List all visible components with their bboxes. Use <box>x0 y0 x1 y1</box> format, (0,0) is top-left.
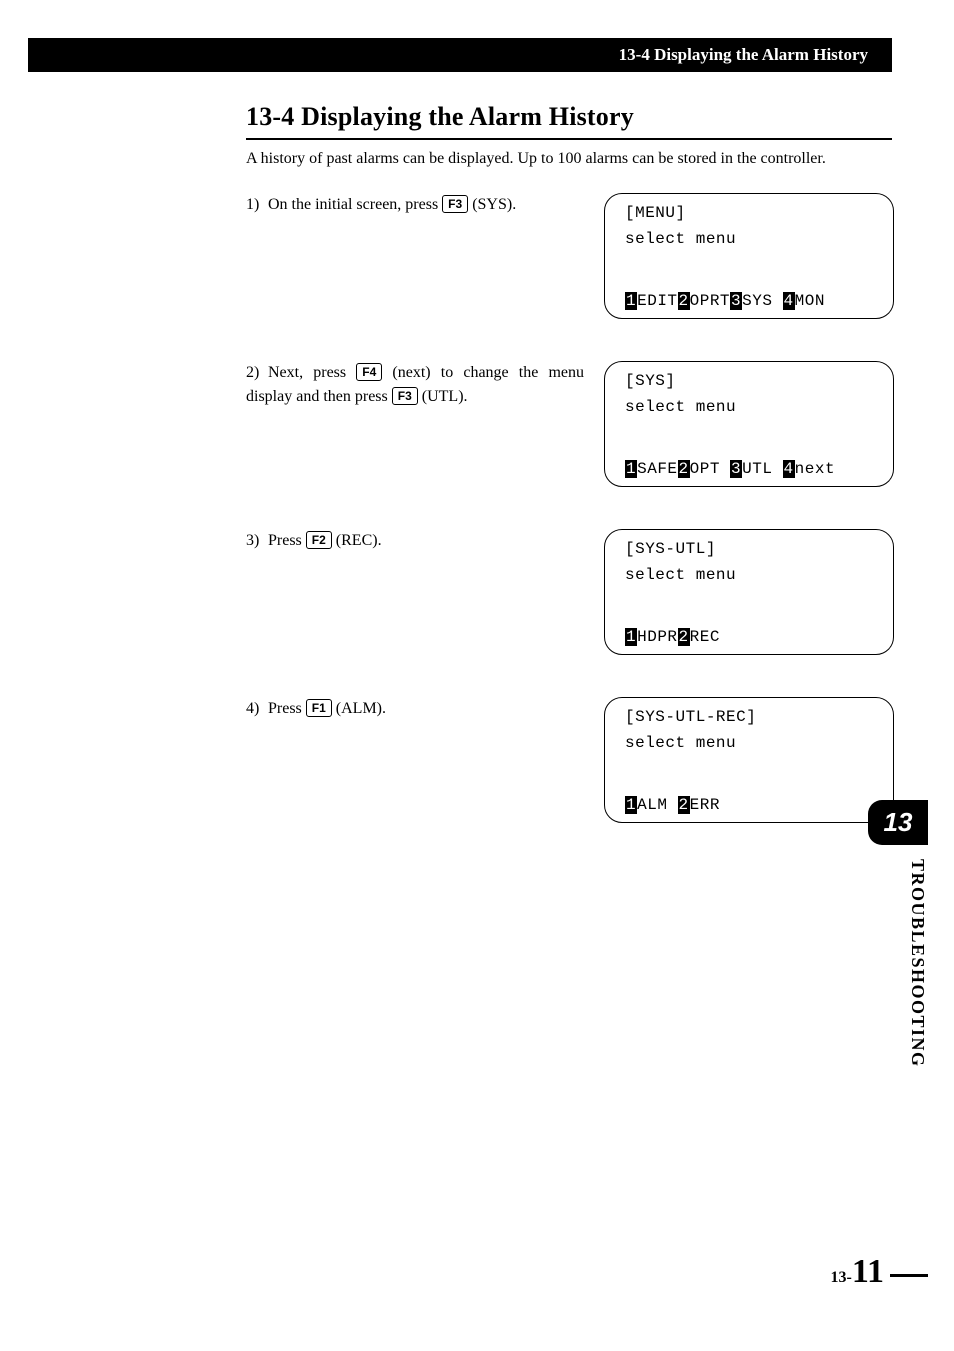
panel-title: [SYS] <box>625 372 873 390</box>
step-3-text: 3)Press F2 (REC). <box>246 529 584 553</box>
step-1-text: 1)On the initial screen, press F3 (SYS). <box>246 193 584 217</box>
step-text-a: Next, press <box>268 364 356 381</box>
step-num: 1) <box>246 193 268 217</box>
header-bar-text: 13-4 Displaying the Alarm History <box>619 45 868 65</box>
menu-num: 2 <box>678 460 690 478</box>
lcd-panel-sys: [SYS] select menu 1SAFE2OPT 3UTL 4next <box>604 361 894 487</box>
step-1: 1)On the initial screen, press F3 (SYS).… <box>246 193 892 331</box>
step-num: 4) <box>246 697 268 721</box>
step-3: 3)Press F2 (REC). [SYS-UTL] select menu … <box>246 529 892 667</box>
steps-container: 1)On the initial screen, press F3 (SYS).… <box>246 193 892 865</box>
intro-text: A history of past alarms can be displaye… <box>246 150 892 168</box>
step-4-text: 4)Press F1 (ALM). <box>246 697 584 721</box>
menu-num: 2 <box>678 796 690 814</box>
panel-subtitle: select menu <box>625 398 873 416</box>
lcd-panel-sys-utl: [SYS-UTL] select menu 1HDPR2REC <box>604 529 894 655</box>
menu-num: 1 <box>625 628 637 646</box>
menu-label: OPRT <box>690 292 730 310</box>
header-bar: 13-4 Displaying the Alarm History <box>28 38 892 72</box>
step-text-b: (ALM). <box>332 700 386 717</box>
step-2: 2)Next, press F4 (next) to change the me… <box>246 361 892 499</box>
menu-num: 1 <box>625 796 637 814</box>
chapter-number-badge: 13 <box>868 800 928 845</box>
page-number: 13-11 <box>831 1253 884 1291</box>
section-title-wrap: 13-4 Displaying the Alarm History <box>246 102 892 140</box>
menu-label: HDPR <box>637 628 677 646</box>
menu-num: 2 <box>678 292 690 310</box>
menu-label: REC <box>690 628 720 646</box>
section-title: 13-4 Displaying the Alarm History <box>246 102 892 132</box>
step-num: 2) <box>246 361 268 385</box>
panel-menu-line: 1EDIT2OPRT3SYS 4MON <box>625 292 873 310</box>
keycap-f2: F2 <box>306 531 332 549</box>
page-number-rule <box>890 1274 928 1277</box>
menu-num: 3 <box>730 292 742 310</box>
step-text-b: (SYS). <box>468 196 516 213</box>
panel-title: [SYS-UTL-REC] <box>625 708 873 726</box>
step-4: 4)Press F1 (ALM). [SYS-UTL-REC] select m… <box>246 697 892 835</box>
panel-subtitle: select menu <box>625 230 873 248</box>
panel-title: [SYS-UTL] <box>625 540 873 558</box>
menu-num: 4 <box>783 292 795 310</box>
lcd-panel-menu: [MENU] select menu 1EDIT2OPRT3SYS 4MON <box>604 193 894 319</box>
menu-num: 4 <box>783 460 795 478</box>
menu-num: 3 <box>730 460 742 478</box>
panel-subtitle: select menu <box>625 566 873 584</box>
menu-label: SAFE <box>637 460 677 478</box>
menu-label: EDIT <box>637 292 677 310</box>
step-text-a: Press <box>268 532 306 549</box>
lcd-panel-sys-utl-rec: [SYS-UTL-REC] select menu 1ALM 2ERR <box>604 697 894 823</box>
panel-menu-line: 1SAFE2OPT 3UTL 4next <box>625 460 873 478</box>
menu-label: ERR <box>690 796 720 814</box>
menu-num: 2 <box>678 628 690 646</box>
chapter-number: 13 <box>884 807 913 838</box>
panel-title: [MENU] <box>625 204 873 222</box>
step-num: 3) <box>246 529 268 553</box>
chapter-label: TROUBLESHOOTING <box>868 859 928 1068</box>
side-tab: 13 TROUBLESHOOTING <box>868 800 928 1068</box>
menu-label: OPT <box>690 460 730 478</box>
step-text-a: On the initial screen, press <box>268 196 442 213</box>
panel-menu-line: 1ALM 2ERR <box>625 796 873 814</box>
keycap-f3: F3 <box>442 195 468 213</box>
menu-label: MON <box>795 292 825 310</box>
page: 13-4 Displaying the Alarm History 13-4 D… <box>0 0 954 1351</box>
keycap-f3: F3 <box>392 387 418 405</box>
menu-label: next <box>795 460 835 478</box>
step-text-c: (UTL). <box>418 388 468 405</box>
menu-label: SYS <box>742 292 782 310</box>
step-2-text: 2)Next, press F4 (next) to change the me… <box>246 361 584 409</box>
page-number-value: 11 <box>852 1253 884 1290</box>
menu-num: 1 <box>625 460 637 478</box>
keycap-f4: F4 <box>356 363 382 381</box>
menu-label: UTL <box>742 460 782 478</box>
keycap-f1: F1 <box>306 699 332 717</box>
step-text-a: Press <box>268 700 306 717</box>
menu-num: 1 <box>625 292 637 310</box>
step-text-b: (REC). <box>332 532 382 549</box>
panel-menu-line: 1HDPR2REC <box>625 628 873 646</box>
section-rule <box>246 138 892 140</box>
menu-label: ALM <box>637 796 677 814</box>
page-number-prefix: 13- <box>831 1269 852 1286</box>
panel-subtitle: select menu <box>625 734 873 752</box>
